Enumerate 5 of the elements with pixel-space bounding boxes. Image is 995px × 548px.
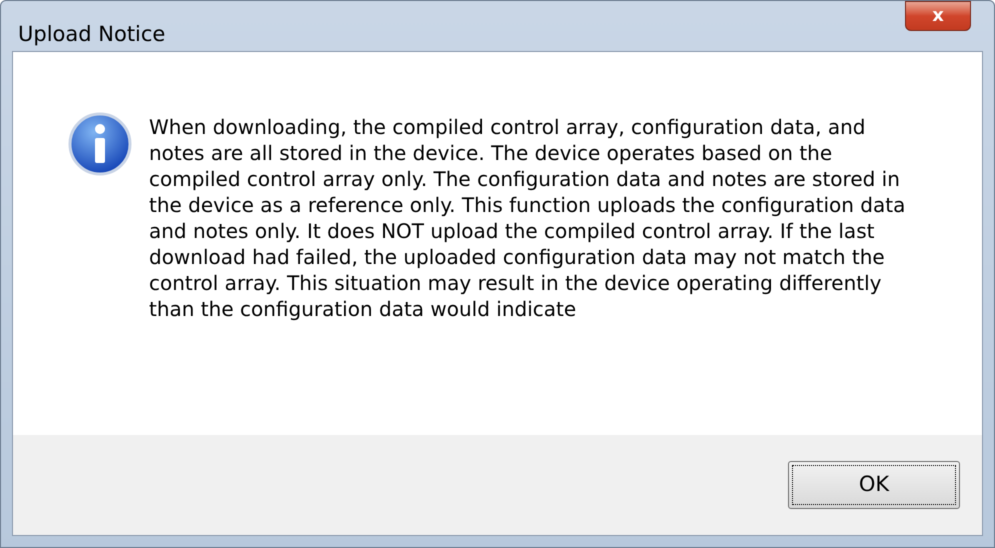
window-title: Upload Notice xyxy=(18,21,166,48)
message-text: When downloading, the compiled control array, configuration data, and notes are all stored in the device. The device operates based on the compiled control array only. The configuration data and notes are stored in the device as a reference only. This function uploads the configuration data and notes only. It does NOT upload the compiled control array. If the last download had failed, the uploaded configuration data may not match the control array. This situation may result in the device operating differently than the configuration data would indicate xyxy=(149,114,906,322)
close-button[interactable]: x xyxy=(905,1,971,31)
info-icon xyxy=(68,112,132,176)
ok-button[interactable]: OK xyxy=(788,461,960,509)
